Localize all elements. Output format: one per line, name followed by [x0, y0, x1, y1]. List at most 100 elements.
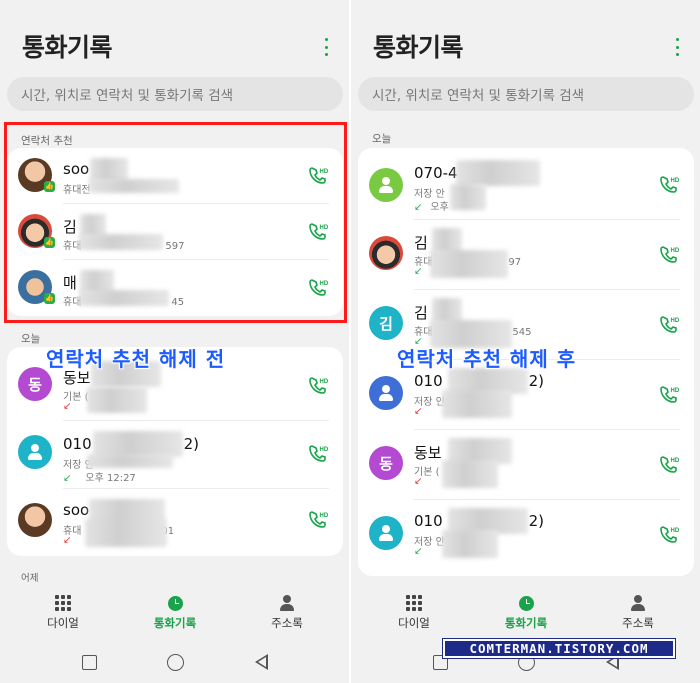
call-type-incoming-icon: ↙	[63, 473, 72, 484]
search-placeholder: 시간, 위치로 연락처 및 통화기록 검색	[372, 88, 585, 104]
svg-text:HD: HD	[671, 248, 680, 254]
avatar	[18, 503, 52, 537]
person-icon	[379, 177, 393, 193]
person-icon	[379, 525, 393, 541]
tab-dial[interactable]: 다이얼	[28, 594, 98, 631]
section-label-yesterday: 어제	[21, 573, 39, 584]
dialpad-icon	[406, 595, 422, 611]
call-type-missed-icon: ↙	[63, 535, 72, 546]
list-item[interactable]: soo 휴대 01 ↙ HD	[7, 489, 343, 555]
search-input[interactable]: 시간, 위치로 연락처 및 통화기록 검색	[358, 77, 694, 111]
svg-text:HD: HD	[671, 388, 680, 394]
today-card: 동 동보 기본 ( ↙ HD 0102) 저장 안 ↙오후 12:27 HD	[7, 347, 343, 556]
call-type-incoming-icon: ↙	[414, 546, 423, 557]
contact-name: 010	[414, 372, 443, 390]
svg-text:HD: HD	[320, 447, 329, 453]
search-input[interactable]: 시간, 위치로 연락처 및 통화기록 검색	[7, 77, 343, 111]
system-nav-bar	[0, 648, 349, 678]
hd-call-icon: HD	[309, 445, 329, 462]
tab-calllog[interactable]: 통화기록	[491, 594, 561, 631]
hd-call-button[interactable]: HD	[658, 314, 680, 336]
call-type-missed-icon: ↙	[414, 476, 423, 487]
more-vertical-icon[interactable]	[323, 38, 329, 56]
contact-name: 김	[414, 304, 428, 322]
page-title: 통화기록	[373, 33, 464, 62]
section-label-today: 오늘	[372, 133, 392, 145]
clock-icon	[518, 595, 534, 611]
back-icon[interactable]	[255, 654, 268, 670]
tab-contacts[interactable]: 주소록	[252, 594, 322, 631]
home-icon[interactable]	[167, 654, 184, 671]
caption-before: 연락처 추천 해제 전	[46, 347, 226, 371]
bottom-nav: 다이얼 통화기록 주소록	[0, 588, 349, 632]
svg-text:HD: HD	[671, 318, 680, 324]
section-label-today: 오늘	[21, 333, 41, 345]
call-time: ↙ 오후 12:27	[63, 473, 136, 484]
contacts-icon	[279, 595, 295, 611]
avatar: 동	[369, 446, 403, 480]
svg-text:HD: HD	[320, 379, 329, 385]
call-type-incoming-icon: ↙	[414, 266, 423, 277]
hd-call-icon: HD	[660, 456, 680, 473]
dialpad-icon	[55, 595, 71, 611]
screen-before: 통화기록 시간, 위치로 연락처 및 통화기록 검색 연락처 추천 👍 soo …	[0, 0, 349, 683]
hd-call-button[interactable]: HD	[307, 375, 329, 397]
call-type-incoming-icon: ↙	[414, 202, 423, 213]
hd-call-icon: HD	[660, 526, 680, 543]
tab-dial[interactable]: 다이얼	[379, 594, 449, 631]
recent-apps-icon[interactable]	[82, 655, 97, 670]
watermark: COMTERMAN.TISTORY.COM	[442, 638, 676, 659]
avatar	[369, 516, 403, 550]
tab-calllog[interactable]: 통화기록	[140, 594, 210, 631]
bottom-nav: 다이얼 통화기록 주소록	[351, 588, 700, 632]
avatar: 동	[18, 367, 52, 401]
clock-icon	[167, 595, 183, 611]
contact-name: soo	[63, 501, 90, 519]
avatar	[18, 435, 52, 469]
list-item[interactable]: 010 2) 저장 안 ↙ HD	[358, 500, 694, 570]
hd-call-button[interactable]: HD	[307, 443, 329, 465]
hd-call-icon: HD	[309, 377, 329, 394]
contact-name: 070-4	[414, 164, 458, 182]
caption-after: 연락처 추천 해제 후	[397, 347, 577, 371]
svg-text:HD: HD	[671, 528, 680, 534]
contact-name: 010	[414, 512, 443, 530]
call-time: ↙ 오후	[414, 202, 449, 213]
tab-contacts[interactable]: 주소록	[603, 594, 673, 631]
call-type-missed-icon: ↙	[63, 401, 72, 412]
search-placeholder: 시간, 위치로 연락처 및 통화기록 검색	[21, 88, 234, 104]
hd-call-icon: HD	[660, 386, 680, 403]
hd-call-icon: HD	[309, 511, 329, 528]
page-title: 통화기록	[22, 33, 113, 62]
contacts-icon	[630, 595, 646, 611]
avatar	[369, 168, 403, 202]
screen-after: 통화기록 시간, 위치로 연락처 및 통화기록 검색 오늘 070-4) 저장 …	[351, 0, 700, 683]
person-icon	[28, 444, 42, 460]
person-icon	[379, 385, 393, 401]
highlight-box	[4, 122, 347, 323]
hd-call-icon: HD	[660, 176, 680, 193]
hd-call-button[interactable]: HD	[658, 454, 680, 476]
contact-name: 동보	[414, 444, 442, 462]
svg-text:HD: HD	[320, 513, 329, 519]
hd-call-icon: HD	[660, 316, 680, 333]
hd-call-button[interactable]: HD	[658, 524, 680, 546]
list-item[interactable]: 동 동보 기본 ( ↙ HD	[358, 430, 694, 500]
list-item[interactable]: 010 2) 저장 안 ↙ 오후 12:27 HD	[7, 421, 343, 489]
avatar	[369, 236, 403, 270]
hd-call-button[interactable]: HD	[658, 244, 680, 266]
list-item[interactable]: 김 휴대 97 ↙ HD	[358, 220, 694, 290]
hd-call-icon: HD	[660, 246, 680, 263]
hd-call-button[interactable]: HD	[658, 174, 680, 196]
svg-text:HD: HD	[671, 178, 680, 184]
avatar	[369, 376, 403, 410]
contact-name: 010	[63, 435, 92, 453]
hd-call-button[interactable]: HD	[658, 384, 680, 406]
more-vertical-icon[interactable]	[674, 38, 680, 56]
hd-call-button[interactable]: HD	[307, 509, 329, 531]
avatar: 김	[369, 306, 403, 340]
contact-name: 김	[414, 234, 428, 252]
list-item[interactable]: 070-4) 저장 안 ↙오후 HD	[358, 152, 694, 220]
call-type-missed-icon: ↙	[414, 406, 423, 417]
svg-text:HD: HD	[671, 458, 680, 464]
